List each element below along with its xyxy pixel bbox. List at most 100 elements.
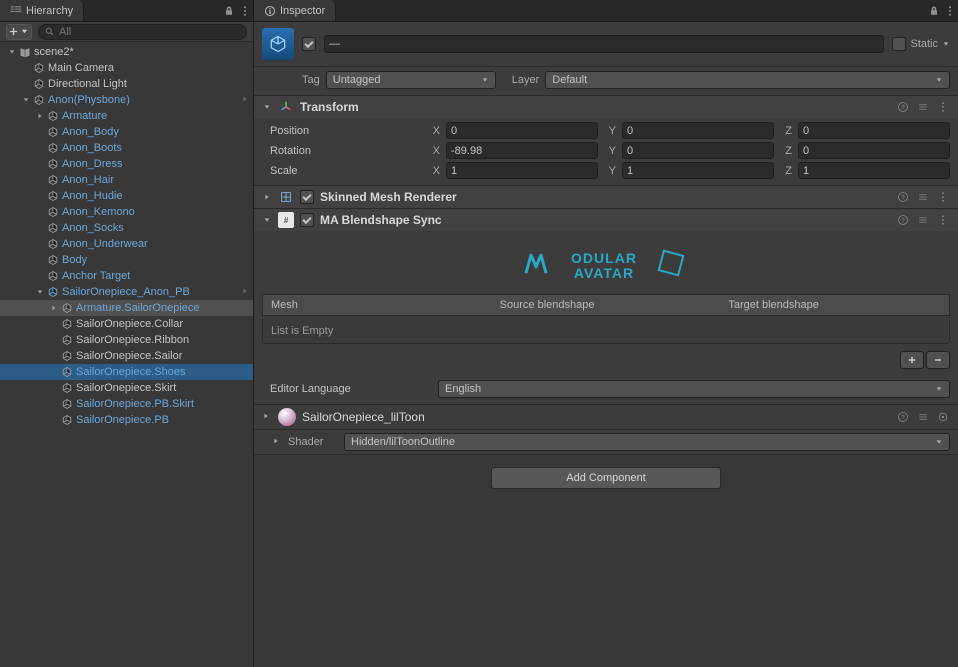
foldout-icon[interactable]	[20, 94, 32, 106]
help-icon[interactable]: ?	[896, 213, 910, 227]
static-toggle[interactable]: Static	[892, 37, 950, 51]
tree-row[interactable]: Anon_Body	[0, 124, 253, 140]
tree-row[interactable]: Anon_Boots	[0, 140, 253, 156]
preset-icon[interactable]	[916, 213, 930, 227]
foldout-icon	[48, 318, 60, 330]
chevron-right-icon[interactable]	[241, 286, 249, 298]
preset-icon[interactable]	[916, 410, 930, 424]
tree-label: Anon_Hair	[62, 174, 114, 186]
foldout-icon[interactable]	[48, 302, 60, 314]
ma-title: MA Blendshape Sync	[320, 213, 890, 227]
foldout-icon[interactable]	[6, 46, 18, 58]
hierarchy-panel: Hierarchy scene2*Main CameraDirectional …	[0, 0, 254, 667]
preset-icon[interactable]	[916, 190, 930, 204]
panel-lock-icon[interactable]	[221, 3, 237, 19]
list-add-button[interactable]	[900, 351, 924, 369]
foldout-icon	[34, 174, 46, 186]
tree-row[interactable]: SailorOnepiece.PB.Skirt	[0, 396, 253, 412]
component-menu-icon[interactable]	[936, 213, 950, 227]
tree-row[interactable]: Directional Light	[0, 76, 253, 92]
preset-icon[interactable]	[916, 100, 930, 114]
chevron-right-icon[interactable]	[241, 94, 249, 106]
scale-y[interactable]	[622, 162, 774, 179]
tree-row[interactable]: Armature	[0, 108, 253, 124]
inspector-lock-icon[interactable]	[926, 3, 942, 19]
tree-row[interactable]: Armature.SailorOnepiece	[0, 300, 253, 316]
position-z[interactable]	[798, 122, 950, 139]
panel-menu-icon[interactable]	[237, 3, 253, 19]
tree-row[interactable]: Anon_Kemono	[0, 204, 253, 220]
go-icon	[32, 93, 46, 107]
ma-header[interactable]: # MA Blendshape Sync ?	[254, 209, 958, 231]
create-dropdown[interactable]	[6, 24, 32, 40]
editor-language-dropdown[interactable]: English	[438, 380, 950, 398]
inspector-menu-icon[interactable]	[942, 3, 958, 19]
rotation-z[interactable]	[798, 142, 950, 159]
tree-row[interactable]: SailorOnepiece.Shoes	[0, 364, 253, 380]
hierarchy-search[interactable]	[38, 24, 247, 40]
rotation-x[interactable]	[446, 142, 598, 159]
gameobject-name-field[interactable]	[324, 35, 884, 53]
tree-row[interactable]: Main Camera	[0, 60, 253, 76]
position-y[interactable]	[622, 122, 774, 139]
rotation-y[interactable]	[622, 142, 774, 159]
layer-dropdown[interactable]: Default	[545, 71, 950, 89]
smr-header[interactable]: Skinned Mesh Renderer ?	[254, 186, 958, 208]
tree-row[interactable]: Body	[0, 252, 253, 268]
list-remove-button[interactable]	[926, 351, 950, 369]
tag-dropdown[interactable]: Untagged	[326, 71, 496, 89]
inspector-tab[interactable]: Inspector	[254, 0, 336, 21]
smr-enabled-checkbox[interactable]	[300, 190, 314, 204]
tree-row[interactable]: SailorOnepiece.Ribbon	[0, 332, 253, 348]
go-icon	[46, 141, 60, 155]
tree-row[interactable]: SailorOnepiece_Anon_PB	[0, 284, 253, 300]
script-icon: #	[278, 212, 294, 228]
help-icon[interactable]: ?	[896, 190, 910, 204]
search-input[interactable]	[59, 26, 240, 38]
help-icon[interactable]: ?	[896, 410, 910, 424]
tree-row[interactable]: Anchor Target	[0, 268, 253, 284]
tree-row[interactable]: Anon_Hair	[0, 172, 253, 188]
rotation-label: Rotation	[262, 145, 422, 157]
help-icon[interactable]: ?	[896, 100, 910, 114]
go-icon	[60, 381, 74, 395]
tree-row[interactable]: Anon(Physbone)	[0, 92, 253, 108]
tree-label: Anchor Target	[62, 270, 130, 282]
add-component-button[interactable]: Add Component	[491, 467, 721, 489]
editor-language-value: English	[445, 383, 481, 395]
go-icon	[46, 173, 60, 187]
foldout-icon[interactable]	[34, 286, 46, 298]
material-menu-icon[interactable]	[936, 410, 950, 424]
foldout-icon[interactable]	[34, 110, 46, 122]
hierarchy-tree[interactable]: scene2*Main CameraDirectional LightAnon(…	[0, 42, 253, 667]
component-menu-icon[interactable]	[936, 190, 950, 204]
go-icon	[32, 77, 46, 91]
tree-row[interactable]: SailorOnepiece.Skirt	[0, 380, 253, 396]
position-x[interactable]	[446, 122, 598, 139]
material-header[interactable]: SailorOnepiece_lilToon ?	[254, 405, 958, 430]
ma-enabled-checkbox[interactable]	[300, 213, 314, 227]
tree-label: SailorOnepiece.Shoes	[76, 366, 185, 378]
gameobject-header: Static	[254, 22, 958, 67]
tree-row[interactable]: Anon_Underwear	[0, 236, 253, 252]
gameobject-active-checkbox[interactable]	[302, 37, 316, 51]
skinned-mesh-renderer-component: Skinned Mesh Renderer ?	[254, 186, 958, 209]
gameobject-icon	[262, 28, 294, 60]
shader-dropdown[interactable]: Hidden/lilToonOutline	[344, 433, 950, 451]
hierarchy-tab[interactable]: Hierarchy	[0, 0, 84, 21]
tree-row[interactable]: SailorOnepiece.PB	[0, 412, 253, 428]
go-icon	[46, 205, 60, 219]
tree-row[interactable]: Anon_Dress	[0, 156, 253, 172]
tree-row[interactable]: SailorOnepiece.Collar	[0, 316, 253, 332]
tree-row[interactable]: Anon_Hudie	[0, 188, 253, 204]
scale-z[interactable]	[798, 162, 950, 179]
component-menu-icon[interactable]	[936, 100, 950, 114]
hierarchy-tab-label: Hierarchy	[26, 5, 73, 17]
foldout-icon	[34, 190, 46, 202]
tree-row[interactable]: scene2*	[0, 44, 253, 60]
scale-x[interactable]	[446, 162, 598, 179]
transform-header[interactable]: Transform ?	[254, 96, 958, 118]
tree-row[interactable]: SailorOnepiece.Sailor	[0, 348, 253, 364]
tree-row[interactable]: Anon_Socks	[0, 220, 253, 236]
tag-value: Untagged	[333, 74, 381, 86]
